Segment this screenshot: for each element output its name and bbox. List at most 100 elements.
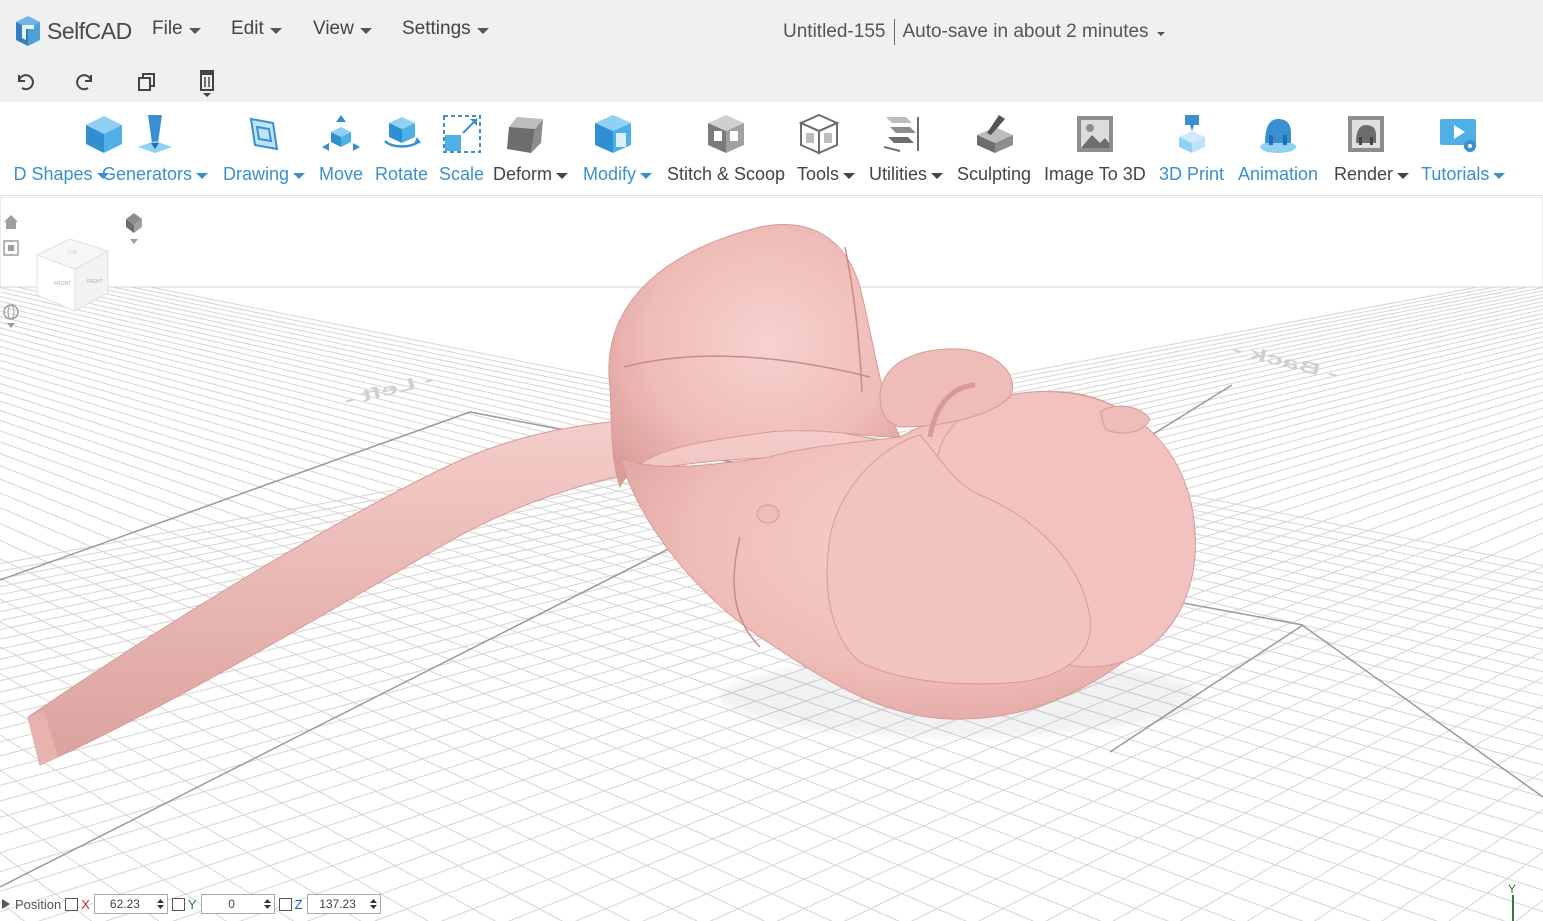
position-y-value: 0 — [228, 897, 235, 911]
view-cube[interactable]: FRONT RIGHT TOP — [30, 231, 120, 321]
axis-y-label: Y — [187, 896, 197, 912]
tool-deform-label: Deform — [493, 164, 553, 184]
tool-image-to-3d-label: Image To 3D — [1044, 164, 1146, 184]
delete-button[interactable] — [194, 70, 220, 97]
document-title[interactable]: Untitled-155 — [783, 21, 885, 43]
tool-drawing[interactable]: Drawing — [223, 112, 306, 185]
copy-icon — [138, 73, 155, 91]
menu-settings[interactable]: Settings — [402, 18, 489, 40]
chevron-down-icon — [476, 27, 489, 34]
tools-icon — [797, 112, 841, 156]
position-x-value: 62.23 — [109, 897, 140, 911]
tool-modify[interactable]: Modify — [583, 112, 653, 185]
tool-3d-shapes-label: D Shapes — [13, 164, 93, 184]
modify-icon — [591, 112, 635, 156]
tool-image-to-3d[interactable]: Image To 3D — [1044, 112, 1146, 185]
svg-text:Y: Y — [1508, 882, 1516, 896]
tool-render[interactable]: Render — [1334, 112, 1410, 185]
undo-button[interactable] — [12, 69, 38, 95]
position-y-input[interactable]: 0 — [200, 894, 275, 914]
menu-view[interactable]: View — [313, 18, 372, 40]
tool-render-label: Render — [1334, 164, 1394, 184]
scene-canvas[interactable]: - Left - - Back - Y — [0, 197, 1543, 921]
svg-text:- Back -: - Back - — [1230, 340, 1340, 384]
position-z-input[interactable]: 137.23 — [306, 894, 381, 914]
axis-z-label: Z — [294, 896, 303, 912]
lock-z-checkbox[interactable] — [278, 897, 292, 911]
drawing-icon — [242, 112, 286, 156]
tool-modify-label: Modify — [583, 164, 637, 184]
tool-tutorials[interactable]: Tutorials — [1421, 112, 1506, 185]
tool-stitch-scoop-label: Stitch & Scoop — [667, 164, 786, 184]
sculpting-icon — [972, 112, 1016, 156]
title-divider — [894, 19, 896, 45]
position-x-input[interactable]: 62.23 — [93, 894, 168, 914]
selfcad-logo-icon — [16, 16, 40, 46]
tool-rotate[interactable]: Rotate — [375, 112, 428, 185]
redo-button[interactable] — [72, 69, 98, 95]
3d-viewport[interactable]: - Left - - Back - Y FRONT RIGHT TOP — [0, 197, 1543, 921]
chevron-down-icon — [640, 172, 653, 179]
tool-generators-label: Generators — [102, 164, 193, 184]
tool-sculpting-label: Sculpting — [957, 164, 1032, 184]
chevron-down-icon — [556, 172, 569, 179]
fit-view-icon[interactable] — [2, 239, 20, 257]
menu-edit[interactable]: Edit — [231, 18, 282, 40]
stepper-icon[interactable] — [263, 898, 271, 910]
chevron-down-icon[interactable] — [1156, 31, 1165, 36]
tool-drawing-label: Drawing — [223, 164, 290, 184]
tool-generators[interactable]: Generators — [102, 112, 209, 185]
tool-tools[interactable]: Tools — [797, 112, 856, 185]
axis-gizmo: Y — [1508, 882, 1516, 921]
axis-x-label: X — [81, 896, 90, 912]
chevron-down-icon — [293, 172, 306, 179]
tool-sculpting[interactable]: Sculpting — [957, 112, 1031, 185]
copy-button[interactable] — [134, 69, 160, 95]
tool-utilities-label: Utilities — [869, 164, 928, 184]
camera-mode-icon[interactable] — [124, 211, 144, 249]
tool-animation[interactable]: Animation — [1238, 112, 1318, 185]
menu-bar: SelfCAD File Edit View Settings Untitled… — [0, 0, 1543, 62]
chevron-down-icon — [1397, 172, 1410, 179]
render-icon — [1344, 112, 1388, 156]
document-title-area: Untitled-155 Auto-save in about 2 minute… — [783, 19, 1165, 45]
tool-3d-print[interactable]: 3D Print — [1159, 112, 1224, 185]
position-icon — [2, 899, 10, 909]
menu-view-label: View — [313, 18, 354, 39]
menu-file-label: File — [152, 18, 183, 39]
position-bar: Position X 62.23 Y 0 Z 137.23 — [0, 891, 381, 917]
move-icon — [319, 112, 363, 156]
chevron-down-icon — [269, 27, 282, 34]
chevron-down-icon — [931, 172, 944, 179]
undo-icon — [18, 74, 34, 91]
tool-tools-label: Tools — [797, 164, 840, 184]
lock-x-checkbox[interactable] — [65, 897, 79, 911]
chevron-down-icon — [359, 27, 372, 34]
tool-move[interactable]: Move — [319, 112, 363, 185]
menu-edit-label: Edit — [231, 18, 264, 39]
tool-animation-label: Animation — [1238, 164, 1319, 184]
tool-scale[interactable]: Scale — [439, 112, 484, 185]
menu-settings-label: Settings — [402, 18, 471, 39]
tool-stitch-scoop[interactable]: Stitch & Scoop — [667, 112, 785, 185]
chevron-down-icon — [843, 172, 856, 179]
lock-y-checkbox[interactable] — [171, 897, 185, 911]
animation-icon — [1256, 112, 1300, 156]
axis-label-back: - Back - — [1230, 340, 1340, 384]
3d-print-icon — [1170, 112, 1214, 156]
autosave-status[interactable]: Auto-save in about 2 minutes — [902, 21, 1148, 43]
tool-deform[interactable]: Deform — [493, 112, 569, 185]
tool-scale-label: Scale — [439, 164, 485, 184]
home-icon[interactable] — [2, 213, 20, 231]
chevron-down-icon — [188, 27, 201, 34]
model-nub — [756, 504, 780, 524]
app-logo[interactable]: SelfCAD — [12, 12, 132, 50]
view-cube-top: TOP — [67, 250, 78, 256]
menu-file[interactable]: File — [152, 18, 201, 40]
view-controls: FRONT RIGHT TOP — [0, 211, 160, 341]
stepper-icon[interactable] — [369, 898, 377, 910]
stepper-icon[interactable] — [156, 898, 164, 910]
app-name: SelfCAD — [47, 17, 132, 44]
orbit-icon[interactable] — [2, 303, 20, 331]
tool-utilities[interactable]: Utilities — [869, 112, 944, 185]
